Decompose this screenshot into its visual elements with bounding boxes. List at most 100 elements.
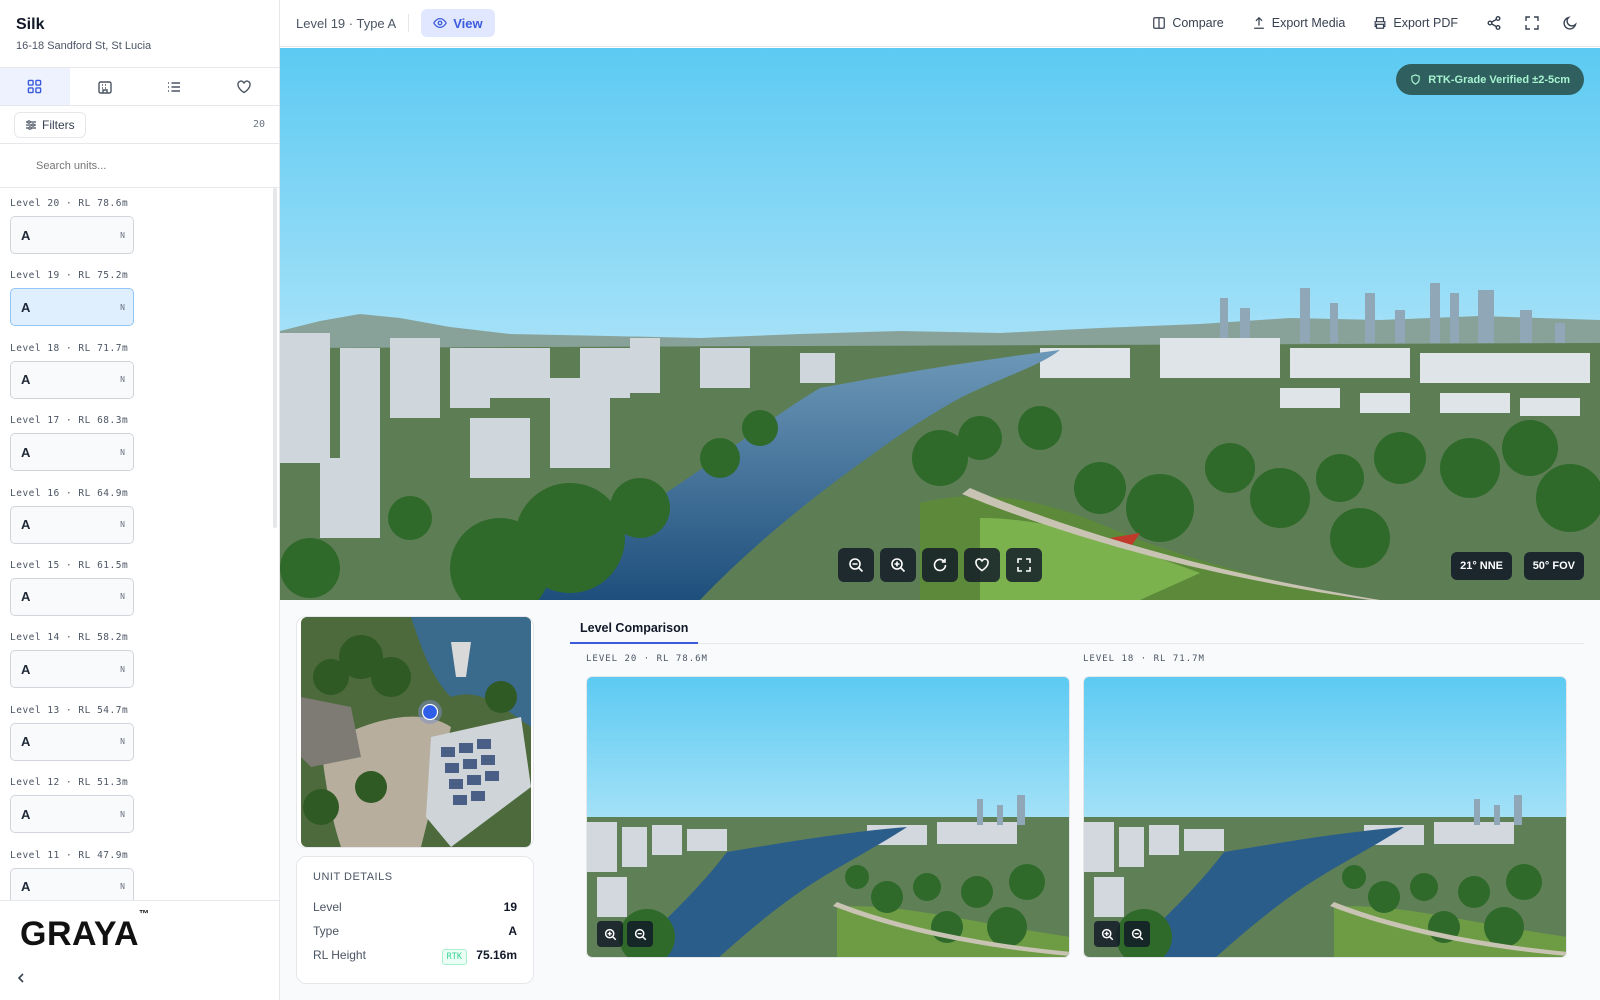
level-label: Level 19 · RL 75.2m — [10, 270, 129, 282]
detail-type-label: Type — [313, 924, 340, 938]
refresh-icon — [933, 558, 947, 572]
filters-row: Filters 20 — [0, 106, 279, 144]
brand-name: GRAYA — [20, 915, 140, 953]
shield-icon — [1411, 74, 1421, 85]
level-label: Level 15 · RL 61.5m — [10, 559, 129, 571]
zoom-in-button[interactable] — [880, 548, 916, 582]
zoom-in-icon — [891, 558, 906, 573]
reset-view-button[interactable] — [922, 548, 958, 582]
unit-card[interactable]: AN — [10, 722, 134, 761]
printer-icon — [1374, 17, 1386, 29]
chevron-left-icon — [17, 973, 24, 983]
unit-type: A — [21, 517, 31, 533]
unit-card[interactable]: AN — [10, 360, 134, 399]
brand-footer: GRAYA™ — [0, 900, 280, 1000]
unit-type: A — [21, 299, 31, 315]
level-label: Level 18 · RL 71.7m — [10, 342, 129, 354]
detail-type-row: Type A — [313, 919, 517, 943]
level-group: Level 12 · RL 51.3m A N — [0, 767, 280, 839]
compare-label: Compare — [1172, 16, 1224, 30]
unit-card[interactable]: AN — [10, 795, 134, 834]
unit-card[interactable]: AN — [10, 505, 134, 544]
unit-card[interactable]: AN — [10, 216, 134, 254]
unit-type: A — [21, 227, 31, 243]
share-button[interactable] — [1486, 15, 1502, 31]
detail-rl-value: 75.16m — [476, 948, 517, 962]
comparison-right-zoom-in[interactable] — [1094, 921, 1120, 947]
comparison-right-zoom — [1094, 921, 1150, 947]
viewer-fullscreen-button[interactable] — [1006, 548, 1042, 582]
zoom-out-button[interactable] — [838, 548, 874, 582]
dark-mode-toggle[interactable] — [1562, 15, 1578, 31]
aerial-map[interactable] — [301, 617, 531, 847]
level-list: Level 20 · RL 78.6m A N Level 19 · RL 75.2m… — [0, 188, 280, 900]
view-label: View — [453, 15, 483, 31]
tab-building[interactable] — [70, 68, 140, 105]
comparison-right-zoom-out[interactable] — [1124, 921, 1150, 947]
level-label: Level 17 · RL 68.3m — [10, 415, 129, 427]
export-media-label: Export Media — [1271, 16, 1346, 30]
level-group: Level 11 · RL 47.9m A N — [0, 840, 280, 900]
comparison-left-view — [587, 677, 1069, 957]
export-media-button[interactable]: Export Media — [1252, 16, 1346, 30]
comparison-right-image[interactable] — [1083, 676, 1567, 958]
level-group: Level 20 · RL 78.6m A N — [0, 188, 280, 260]
zoom-in-icon — [1101, 928, 1113, 940]
heart-icon — [237, 79, 251, 93]
fov-badge: 50° FOV — [1523, 552, 1584, 580]
unit-card[interactable]: AN — [10, 577, 134, 616]
header-divider — [408, 14, 410, 32]
tab-list[interactable] — [140, 68, 210, 105]
unit-card[interactable]: AN — [10, 867, 134, 900]
filters-button[interactable]: Filters — [14, 111, 86, 138]
comparison-right-label: LEVEL 18 · RL 71.7M — [1083, 654, 1205, 664]
panorama-viewer[interactable]: RTK-Grade Verified ±2-5cm 21° NNE 50° FO… — [280, 48, 1600, 600]
unit-card[interactable]: AN — [10, 650, 134, 689]
collapse-sidebar-button[interactable] — [14, 971, 28, 990]
comparison-left-zoom-out[interactable] — [627, 921, 653, 947]
view-button[interactable]: View — [421, 9, 495, 37]
project-header: Silk 16-18 Sandford St, St Lucia — [0, 0, 279, 68]
compare-button[interactable]: Compare — [1152, 16, 1224, 30]
heart-icon — [975, 558, 989, 572]
favorite-button[interactable] — [964, 548, 1000, 582]
comparison-left-zoom-in[interactable] — [597, 921, 623, 947]
rtk-verified-label: RTK-Grade Verified ±2-5cm — [1428, 73, 1570, 86]
level-list-scrollbar[interactable] — [273, 188, 277, 528]
zoom-out-icon — [849, 558, 864, 573]
comparison-left-image[interactable] — [586, 676, 1070, 958]
unit-type: A — [21, 372, 31, 388]
rtk-verified-badge: RTK-Grade Verified ±2-5cm — [1396, 64, 1584, 95]
tab-grid[interactable] — [0, 68, 70, 105]
export-pdf-button[interactable]: Export PDF — [1373, 16, 1458, 30]
eye-icon — [433, 17, 448, 29]
tab-level-comparison[interactable]: Level Comparison — [570, 600, 699, 644]
unit-card[interactable]: AN — [10, 433, 134, 472]
level-label: Level 20 · RL 78.6m — [10, 198, 129, 209]
unit-orientation: N — [120, 520, 125, 530]
fullscreen-button[interactable] — [1524, 15, 1540, 31]
level-label: Level 16 · RL 64.9m — [10, 487, 129, 499]
building-icon — [97, 80, 112, 94]
comparison-panel-right: LEVEL 18 · RL 71.7M — [1083, 654, 1567, 958]
search-input[interactable] — [36, 159, 263, 172]
viewer-controls — [838, 548, 1042, 582]
breadcrumb: Level 19 · Type A — [296, 15, 397, 31]
comparison-tabs: Level Comparison — [570, 600, 1584, 644]
unit-type: A — [21, 589, 31, 605]
sliders-icon — [26, 119, 36, 130]
level-group: Level 16 · RL 64.9m A N — [0, 478, 280, 550]
export-pdf-label: Export PDF — [1393, 16, 1458, 30]
heading-badge: 21° NNE — [1451, 552, 1512, 580]
tab-favorites[interactable] — [209, 68, 279, 105]
zoom-out-icon — [1131, 928, 1143, 940]
unit-orientation: N — [120, 447, 125, 457]
unit-type: A — [21, 879, 31, 895]
header-actions: Compare Export Media Export PDF — [1152, 15, 1600, 31]
unit-card[interactable]: AN — [10, 288, 134, 327]
unit-type: A — [21, 661, 31, 677]
unit-orientation: N — [120, 809, 125, 819]
detail-level-row: Level 19 — [313, 895, 517, 919]
zoom-in-icon — [604, 928, 616, 940]
unit-orientation: N — [120, 230, 125, 240]
